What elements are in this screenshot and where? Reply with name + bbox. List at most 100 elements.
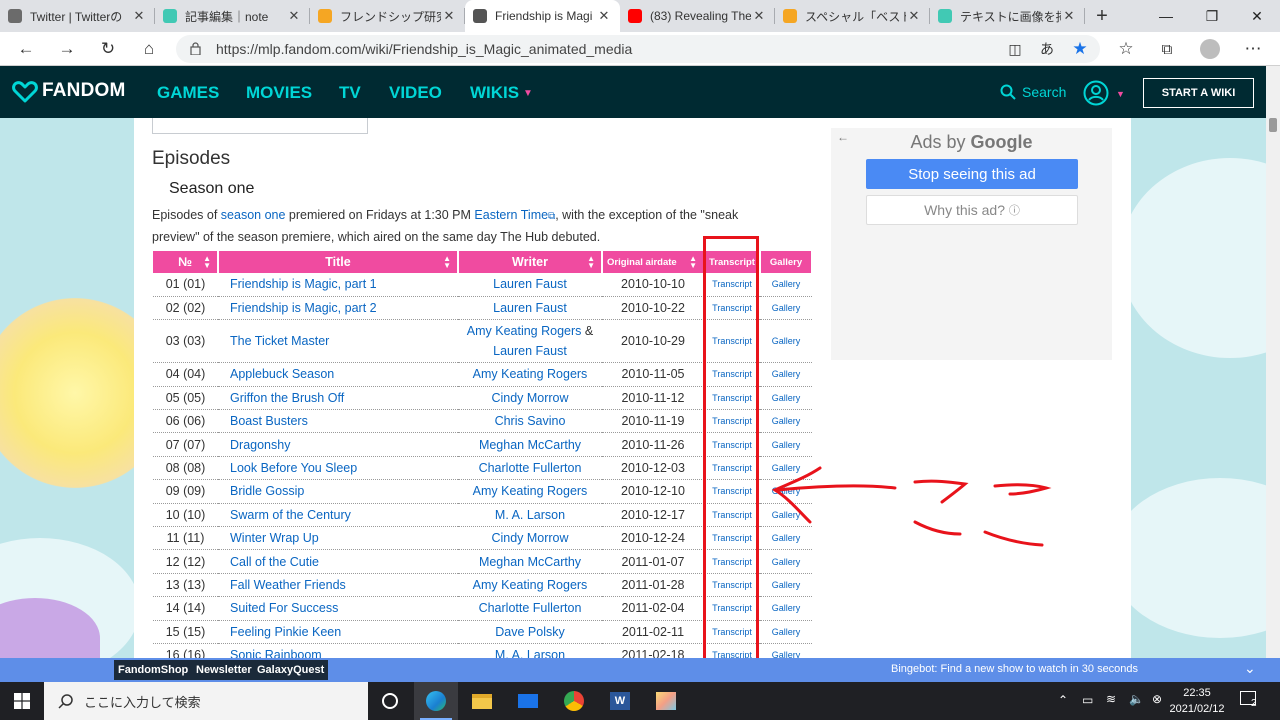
- show-hidden-icons-icon[interactable]: ⌃: [1058, 693, 1068, 707]
- gallery-link[interactable]: Gallery: [772, 416, 801, 426]
- browser-tab[interactable]: (83) Revealing The ✕: [620, 0, 775, 32]
- gallery-link[interactable]: Gallery: [772, 279, 801, 289]
- favorites-icon[interactable]: ☆: [1114, 37, 1138, 61]
- episode-title-link[interactable]: Winter Wrap Up: [230, 531, 319, 545]
- stop-seeing-ad-button[interactable]: Stop seeing this ad: [866, 159, 1078, 189]
- more-menu-icon[interactable]: ⋯: [1241, 37, 1265, 61]
- tab-close-icon[interactable]: ✕: [906, 8, 922, 24]
- user-account-icon[interactable]: [1083, 80, 1109, 106]
- gallery-link[interactable]: Gallery: [772, 603, 801, 613]
- volume-icon[interactable]: 🔈: [1129, 692, 1144, 706]
- read-aloud-icon[interactable]: あ: [1035, 37, 1059, 61]
- new-tab-button[interactable]: +: [1085, 0, 1119, 32]
- writer-link[interactable]: Cindy Morrow: [491, 391, 568, 405]
- edge-browser-icon[interactable]: [414, 682, 458, 720]
- episode-title-link[interactable]: Griffon the Brush Off: [230, 391, 344, 405]
- writer-link[interactable]: M. A. Larson: [495, 508, 565, 522]
- episode-title-link[interactable]: Call of the Cutie: [230, 555, 319, 569]
- tab-close-icon[interactable]: ✕: [131, 8, 147, 24]
- galaxyquest-button[interactable]: GalaxyQuest: [253, 660, 329, 680]
- battery-icon[interactable]: ▭: [1082, 693, 1093, 707]
- writer-link[interactable]: Charlotte Fullerton: [479, 601, 582, 615]
- writer-link[interactable]: Lauren Faust: [493, 344, 567, 358]
- ime-status-icon[interactable]: ⊗: [1152, 692, 1162, 706]
- nav-wikis[interactable]: WIKIS: [470, 83, 519, 103]
- profile-avatar-icon[interactable]: [1198, 37, 1222, 61]
- paint-icon[interactable]: [644, 682, 688, 720]
- episode-title-link[interactable]: Suited For Success: [230, 601, 338, 615]
- home-icon[interactable]: ⌂: [137, 37, 161, 61]
- chrome-icon[interactable]: [552, 682, 596, 720]
- address-bar[interactable]: https://mlp.fandom.com/wiki/Friendship_i…: [176, 35, 1100, 63]
- close-window-button[interactable]: ✕: [1234, 0, 1280, 32]
- episode-title-link[interactable]: Applebuck Season: [230, 367, 334, 381]
- browser-tab[interactable]: Twitter | Twitterの ✕: [0, 0, 155, 32]
- nav-games[interactable]: GAMES: [157, 83, 219, 103]
- windows-start-button[interactable]: [0, 682, 44, 720]
- tab-close-icon[interactable]: ✕: [596, 8, 612, 24]
- episode-title-link[interactable]: Friendship is Magic, part 1: [230, 277, 377, 291]
- browser-tab[interactable]: Friendship is Magi ✕: [465, 0, 620, 32]
- fandomshop-button[interactable]: FandomShop: [114, 660, 193, 680]
- writer-link[interactable]: Amy Keating Rogers: [473, 367, 588, 381]
- bingebot-link[interactable]: Bingebot: Find a new show to watch in 30…: [891, 663, 1138, 675]
- tab-close-icon[interactable]: ✕: [1061, 8, 1077, 24]
- nav-video[interactable]: VIDEO: [389, 83, 442, 103]
- wifi-icon[interactable]: ≋: [1106, 692, 1116, 706]
- browser-tab[interactable]: スペシャル「ベスト・ギ✕: [775, 0, 930, 32]
- browser-tab[interactable]: テキストに画像を挿入✕: [930, 0, 1085, 32]
- nav-movies[interactable]: MOVIES: [246, 83, 312, 103]
- reload-icon[interactable]: ↻: [96, 37, 120, 61]
- maximize-button[interactable]: ❐: [1189, 0, 1235, 32]
- fandom-search[interactable]: Search: [1000, 84, 1066, 100]
- mail-icon[interactable]: [506, 682, 550, 720]
- gallery-link[interactable]: Gallery: [772, 303, 801, 313]
- minimize-button[interactable]: —: [1143, 0, 1189, 32]
- writer-link[interactable]: Amy Keating Rogers: [473, 578, 588, 592]
- eastern-time-link[interactable]: Eastern Time: [474, 208, 548, 222]
- episode-title-link[interactable]: Fall Weather Friends: [230, 578, 346, 592]
- tab-close-icon[interactable]: ✕: [286, 8, 302, 24]
- episode-title-link[interactable]: Dragonshy: [230, 438, 290, 452]
- writer-link[interactable]: Lauren Faust: [493, 301, 567, 315]
- col-writer[interactable]: Writer ▲ ▼: [458, 251, 603, 273]
- writer-link[interactable]: Meghan McCarthy: [479, 438, 581, 452]
- episode-title-link[interactable]: Friendship is Magic, part 2: [230, 301, 377, 315]
- col-airdate[interactable]: Original airdate ▲ ▼: [602, 251, 705, 273]
- notification-center-icon[interactable]: 2: [1240, 691, 1262, 711]
- newsletter-button[interactable]: Newsletter: [192, 660, 256, 680]
- writer-link[interactable]: Cindy Morrow: [491, 531, 568, 545]
- writer-link[interactable]: Meghan McCarthy: [479, 555, 581, 569]
- writer-link[interactable]: Amy Keating Rogers: [467, 324, 582, 338]
- taskbar-clock[interactable]: 22:35 2021/02/12: [1168, 685, 1226, 717]
- col-title[interactable]: Title ▲ ▼: [218, 251, 459, 273]
- writer-link[interactable]: Charlotte Fullerton: [479, 461, 582, 475]
- nav-tv[interactable]: TV: [339, 83, 361, 103]
- episode-title-link[interactable]: Look Before You Sleep: [230, 461, 357, 475]
- gallery-link[interactable]: Gallery: [772, 369, 801, 379]
- tab-close-icon[interactable]: ✕: [441, 8, 457, 24]
- browser-tab[interactable]: 記事編集｜note ✕: [155, 0, 310, 32]
- reading-view-icon[interactable]: ◫: [1003, 37, 1027, 61]
- writer-link[interactable]: Chris Savino: [495, 414, 566, 428]
- gallery-link[interactable]: Gallery: [772, 393, 801, 403]
- word-icon[interactable]: W: [598, 682, 642, 720]
- col-number[interactable]: № ▲ ▼: [153, 251, 219, 273]
- file-explorer-icon[interactable]: [460, 682, 504, 720]
- wikis-dropdown-icon[interactable]: ▼: [523, 88, 533, 99]
- gallery-link[interactable]: Gallery: [772, 440, 801, 450]
- writer-link[interactable]: Dave Polsky: [495, 625, 564, 639]
- chevron-down-icon[interactable]: ⌄: [1244, 660, 1256, 677]
- season-one-link[interactable]: season one: [221, 208, 286, 222]
- gallery-link[interactable]: Gallery: [772, 336, 801, 346]
- fandom-logo[interactable]: FANDOM: [12, 79, 126, 103]
- episode-title-link[interactable]: Feeling Pinkie Keen: [230, 625, 341, 639]
- gallery-link[interactable]: Gallery: [772, 580, 801, 590]
- browser-tab[interactable]: フレンドシップ研究所✕: [310, 0, 465, 32]
- start-a-wiki-button[interactable]: START A WIKI: [1143, 78, 1254, 108]
- page-scrollbar[interactable]: [1266, 66, 1280, 658]
- forward-arrow-icon[interactable]: →: [55, 37, 79, 61]
- gallery-link[interactable]: Gallery: [772, 627, 801, 637]
- task-view-icon[interactable]: [368, 682, 412, 720]
- episode-title-link[interactable]: Boast Busters: [230, 414, 308, 428]
